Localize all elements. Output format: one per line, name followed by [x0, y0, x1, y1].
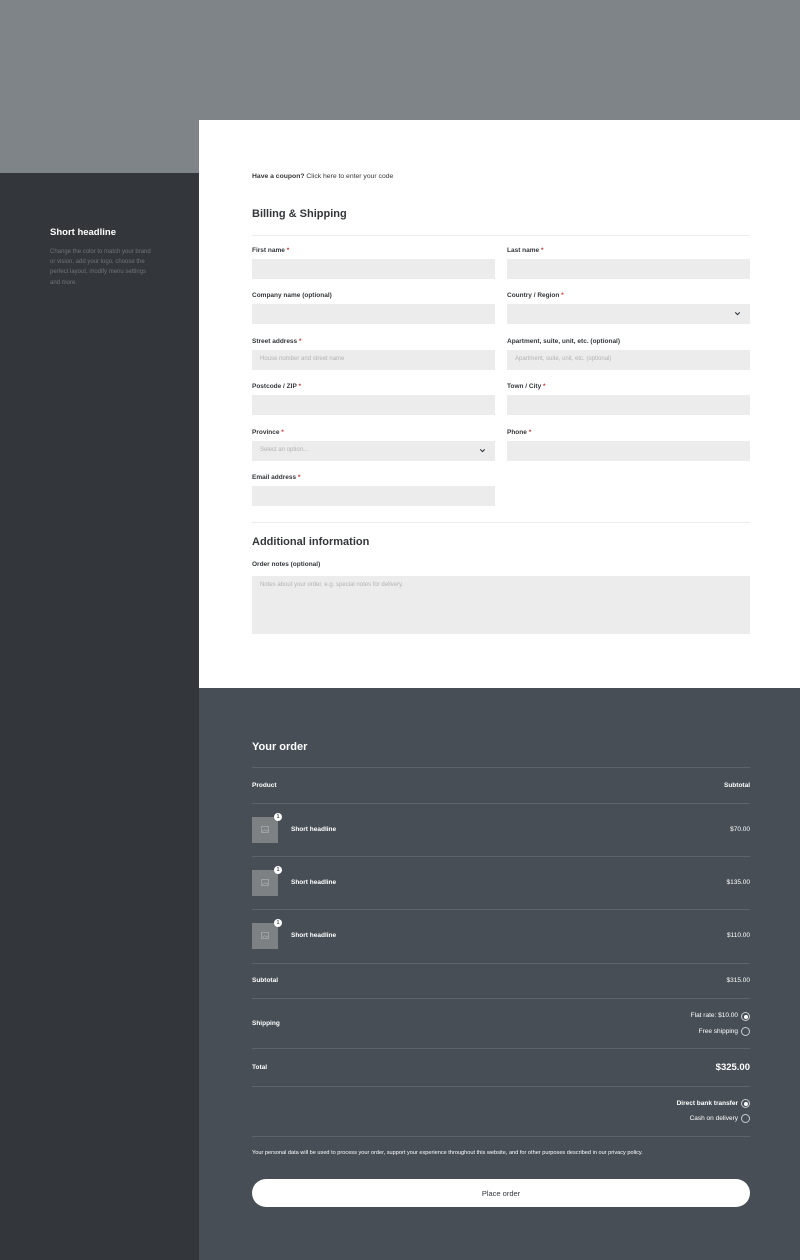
phone-input[interactable] [507, 441, 750, 461]
first-name-input[interactable] [252, 259, 495, 279]
coupon-notice: Have a coupon? Click here to enter your … [252, 173, 393, 180]
billing-divider [252, 235, 750, 236]
notes-placeholder: Notes about your order, e.g. special not… [260, 582, 404, 588]
email-input[interactable] [252, 486, 495, 506]
apartment-input[interactable]: Apartment, suite, unit, etc. (optional) [507, 350, 750, 370]
order-divider [252, 1086, 750, 1087]
phone-label: Phone * [507, 429, 532, 436]
subtotal-value: $315.00 [726, 977, 751, 984]
col-subtotal-header: Subtotal [724, 782, 750, 789]
payment-bank-transfer-radio[interactable] [741, 1099, 750, 1108]
image-icon [261, 826, 269, 833]
total-label: Total [252, 1064, 268, 1071]
billing-title: Billing & Shipping [252, 208, 347, 220]
order-summary-panel: Your order Product Subtotal 1 Short head… [199, 688, 800, 1260]
apartment-group: Apartment, suite, unit, etc. (optional) … [507, 338, 750, 370]
apartment-label: Apartment, suite, unit, etc. (optional) [507, 338, 621, 345]
order-divider [252, 909, 750, 910]
order-divider [252, 856, 750, 857]
payment-option-cash-on-delivery[interactable]: Cash on delivery [690, 1115, 738, 1122]
shipping-option-free[interactable]: Free shipping [699, 1028, 738, 1035]
country-label: Country / Region * [507, 292, 564, 299]
apartment-placeholder: Apartment, suite, unit, etc. (optional) [515, 356, 612, 362]
coupon-link[interactable]: Click here to enter your code [306, 173, 393, 180]
company-input[interactable] [252, 304, 495, 324]
image-icon [261, 932, 269, 939]
additional-divider [252, 522, 750, 523]
order-divider [252, 767, 750, 768]
order-title: Your order [252, 741, 308, 753]
chevron-down-icon [734, 312, 741, 316]
order-notes-textarea[interactable]: Notes about your order, e.g. special not… [252, 576, 750, 634]
notes-group: Order notes (optional) [252, 561, 552, 573]
province-group: Province * Select an option... [252, 429, 495, 461]
product-price: $70.00 [730, 826, 750, 833]
order-divider [252, 998, 750, 999]
shipping-option-flat-rate[interactable]: Flat rate: $10.00 [691, 1012, 738, 1019]
last-name-input[interactable] [507, 259, 750, 279]
first-name-label: First name * [252, 247, 290, 254]
privacy-notice: Your personal data will be used to proce… [252, 1150, 643, 1156]
subtotal-label: Subtotal [252, 977, 278, 984]
phone-group: Phone * [507, 429, 750, 461]
town-input[interactable] [507, 395, 750, 415]
last-name-label: Last name * [507, 247, 544, 254]
province-select[interactable]: Select an option... [252, 441, 495, 461]
total-value: $325.00 [715, 1062, 750, 1073]
town-group: Town / City * [507, 383, 750, 415]
product-thumbnail: 1 [252, 866, 282, 896]
chevron-down-icon [479, 449, 486, 453]
company-label: Company name (optional) [252, 292, 332, 299]
sidebar: Short headline Change the color to match… [0, 173, 199, 1260]
shipping-flat-rate-radio[interactable] [741, 1012, 750, 1021]
payment-option-bank-transfer[interactable]: Direct bank transfer [677, 1100, 738, 1107]
coupon-prompt: Have a coupon? [252, 173, 305, 180]
country-select[interactable] [507, 304, 750, 324]
email-group: Email address * [252, 474, 495, 506]
checkout-form-panel: Have a coupon? Click here to enter your … [199, 120, 800, 688]
postcode-input[interactable] [252, 395, 495, 415]
order-divider [252, 1136, 750, 1137]
place-order-button[interactable]: Place order [252, 1179, 750, 1207]
street-input[interactable]: House number and street name [252, 350, 495, 370]
province-placeholder: Select an option... [260, 447, 309, 453]
order-divider [252, 803, 750, 804]
quantity-badge: 1 [274, 919, 282, 927]
email-label: Email address * [252, 474, 301, 481]
notes-label: Order notes (optional) [252, 561, 321, 568]
postcode-group: Postcode / ZIP * [252, 383, 495, 415]
company-group: Company name (optional) [252, 292, 495, 324]
product-price: $110.00 [726, 932, 750, 939]
sidebar-title: Short headline [50, 227, 116, 238]
order-divider [252, 963, 750, 964]
product-name: Short headline [291, 879, 337, 886]
payment-cash-on-delivery-radio[interactable] [741, 1114, 750, 1123]
street-placeholder: House number and street name [260, 356, 345, 362]
country-group: Country / Region * [507, 292, 750, 324]
quantity-badge: 1 [274, 813, 282, 821]
product-thumbnail: 1 [252, 813, 282, 843]
street-label: Street address * [252, 338, 302, 345]
product-price: $135.00 [726, 879, 751, 886]
product-thumbnail: 1 [252, 919, 282, 949]
last-name-group: Last name * [507, 247, 750, 279]
product-name: Short headline [291, 826, 337, 833]
product-name: Short headline [291, 932, 337, 939]
additional-title: Additional information [252, 536, 370, 548]
shipping-free-radio[interactable] [741, 1027, 750, 1036]
shipping-label: Shipping [252, 1020, 280, 1027]
quantity-badge: 1 [274, 866, 282, 874]
order-divider [252, 1048, 750, 1049]
image-icon [261, 879, 269, 886]
town-label: Town / City * [507, 383, 546, 390]
province-label: Province * [252, 429, 284, 436]
postcode-label: Postcode / ZIP * [252, 383, 302, 390]
first-name-group: First name * [252, 247, 495, 279]
street-group: Street address * House number and street… [252, 338, 495, 370]
sidebar-description: Change the color to match your brand or … [50, 249, 151, 286]
col-product-header: Product [252, 782, 277, 789]
